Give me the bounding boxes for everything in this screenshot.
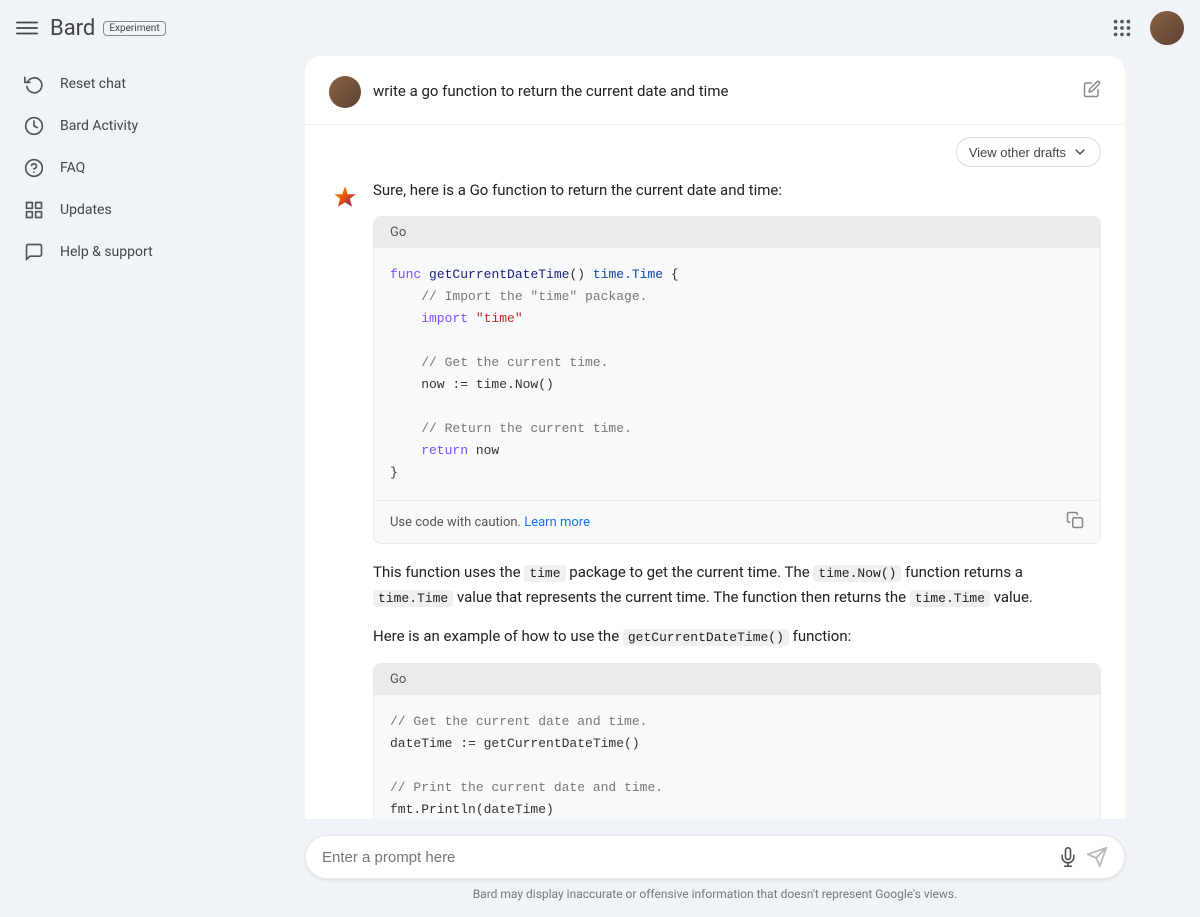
inline-code: time.Time xyxy=(373,590,453,607)
code-lang-2: Go xyxy=(390,672,406,687)
code-line: import xyxy=(390,311,468,326)
updates-icon xyxy=(24,200,44,220)
topbar xyxy=(230,0,1200,56)
sidebar: Bard Experiment Reset chat Bard Activity xyxy=(0,0,230,917)
sidebar-item-updates[interactable]: Updates xyxy=(8,190,222,230)
code-line: now xyxy=(468,443,499,458)
code-line: // Print the current date and time. xyxy=(390,780,663,795)
code-line: () xyxy=(569,267,592,282)
code-block-header-2: Go xyxy=(374,664,1100,695)
code-block-1: Go func getCurrentDateTime() time.Time {… xyxy=(373,216,1101,545)
faq-icon xyxy=(24,158,44,178)
input-box xyxy=(305,835,1125,879)
bard-star-icon xyxy=(329,181,361,213)
send-icon-button[interactable] xyxy=(1086,846,1108,868)
sidebar-item-label: Bard Activity xyxy=(60,118,138,134)
prompt-input[interactable] xyxy=(322,849,1050,866)
inline-code: time.Now() xyxy=(813,565,901,582)
user-message-row: write a go function to return the curren… xyxy=(305,56,1125,124)
explanation-text-1: This function uses the time package to g… xyxy=(373,560,1101,610)
code-line: fmt.Println(dateTime) xyxy=(390,802,554,817)
learn-more-link-1[interactable]: Learn more xyxy=(524,515,590,530)
avatar-image xyxy=(1150,11,1184,45)
bard-intro-text: Sure, here is a Go function to return th… xyxy=(373,179,1101,202)
edit-icon-button[interactable] xyxy=(1083,80,1101,98)
warning-text-1: Use code with caution. Learn more xyxy=(390,515,590,530)
inline-code: time.Time xyxy=(910,590,990,607)
reset-icon xyxy=(24,74,44,94)
sidebar-item-label: FAQ xyxy=(60,160,85,176)
inline-code: time xyxy=(524,565,565,582)
code-line: // Get the current time. xyxy=(390,355,608,370)
code-content-1: func getCurrentDateTime() time.Time { //… xyxy=(374,248,1100,501)
bard-logo-area: Bard Experiment xyxy=(50,16,166,41)
code-line: return xyxy=(390,443,468,458)
sidebar-item-faq[interactable]: FAQ xyxy=(8,148,222,188)
bard-message-row: Sure, here is a Go function to return th… xyxy=(305,175,1125,819)
sidebar-item-help[interactable]: Help & support xyxy=(8,232,222,272)
code-lang-1: Go xyxy=(390,225,406,240)
bard-response-area: View other drafts xyxy=(305,124,1125,819)
example-intro-text: Here is an example of how to use the get… xyxy=(373,624,1101,649)
view-drafts-row: View other drafts xyxy=(305,125,1125,175)
code-line: // Get the current date and time. xyxy=(390,714,647,729)
code-line: func xyxy=(390,267,421,282)
topbar-icons xyxy=(1102,8,1184,48)
sidebar-item-reset-chat[interactable]: Reset chat xyxy=(8,64,222,104)
code-line: // Import the "time" package. xyxy=(390,289,647,304)
bard-message-content: Sure, here is a Go function to return th… xyxy=(373,179,1101,819)
disclaimer-text: Bard may display inaccurate or offensive… xyxy=(473,887,958,909)
user-avatar xyxy=(329,76,361,108)
code-line: dateTime := getCurrentDateTime() xyxy=(390,736,640,751)
input-area: Bard may display inaccurate or offensive… xyxy=(230,819,1200,917)
sidebar-item-label: Help & support xyxy=(60,244,153,260)
experiment-badge: Experiment xyxy=(103,21,165,36)
code-line: // Return the current time. xyxy=(390,421,632,436)
mic-icon-button[interactable] xyxy=(1058,847,1078,867)
inline-code: getCurrentDateTime() xyxy=(623,629,789,646)
view-drafts-label: View other drafts xyxy=(969,145,1066,160)
sidebar-item-bard-activity[interactable]: Bard Activity xyxy=(8,106,222,146)
code-line: time.Time xyxy=(593,267,663,282)
code-line: } xyxy=(390,465,398,480)
sidebar-item-label: Updates xyxy=(60,202,112,218)
copy-icon-1[interactable] xyxy=(1066,511,1084,533)
code-content-2: // Get the current date and time. dateTi… xyxy=(374,695,1100,819)
code-line: now := time.Now() xyxy=(390,377,554,392)
chat-container: write a go function to return the curren… xyxy=(230,56,1200,819)
user-message-text: write a go function to return the curren… xyxy=(373,76,1071,103)
code-line: { xyxy=(663,267,679,282)
chat-card: write a go function to return the curren… xyxy=(305,56,1125,819)
code-block-header-1: Go xyxy=(374,217,1100,248)
activity-icon xyxy=(24,116,44,136)
code-block-2: Go // Get the current date and time. dat… xyxy=(373,663,1101,819)
avatar[interactable] xyxy=(1150,11,1184,45)
code-line: "time" xyxy=(476,311,523,326)
bard-title: Bard xyxy=(50,16,95,41)
sidebar-header: Bard Experiment xyxy=(0,0,230,56)
sidebar-item-label: Reset chat xyxy=(60,76,126,92)
view-drafts-button[interactable]: View other drafts xyxy=(956,137,1101,167)
code-warning-1: Use code with caution. Learn more xyxy=(374,500,1100,543)
code-line: getCurrentDateTime xyxy=(429,267,569,282)
sidebar-nav: Reset chat Bard Activity FAQ xyxy=(0,56,230,280)
hamburger-icon[interactable] xyxy=(16,17,38,39)
main-area: write a go function to return the curren… xyxy=(230,0,1200,917)
help-icon xyxy=(24,242,44,262)
grid-icon-button[interactable] xyxy=(1102,8,1142,48)
